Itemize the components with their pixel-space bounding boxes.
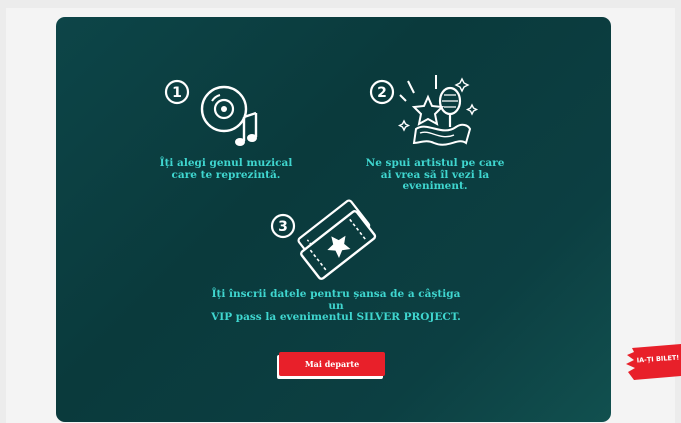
step-2-text: Ne spui artistul pe care ai vrea să îl v… <box>365 157 505 192</box>
svg-text:1: 1 <box>172 85 182 101</box>
ticket-icon <box>297 199 377 280</box>
step-3-text: Îți înscrii datele pentru șansa de a câș… <box>211 288 461 323</box>
svg-text:2: 2 <box>377 85 387 101</box>
microphone-star-icon <box>398 75 479 146</box>
step-1-text: Îți alegi genul muzical care te reprezin… <box>159 157 293 181</box>
number-1-icon: 1 <box>164 79 190 105</box>
step-2: Ne spui artistul pe care ai vrea să îl v… <box>355 157 515 193</box>
get-ticket-tab[interactable]: IA-ȚI BILET! <box>626 342 681 380</box>
music-cd-icon <box>200 85 258 146</box>
step-1: Îți alegi genul muzical care te reprezin… <box>146 157 306 181</box>
number-2-icon: 2 <box>369 79 395 105</box>
step-3: Îți înscrii datele pentru șansa de a câș… <box>206 288 466 324</box>
next-button[interactable]: Mai departe <box>279 352 385 376</box>
svg-text:3: 3 <box>278 219 288 235</box>
steps-panel: 1 Îți alegi genul muzical care te reprez… <box>56 17 611 422</box>
